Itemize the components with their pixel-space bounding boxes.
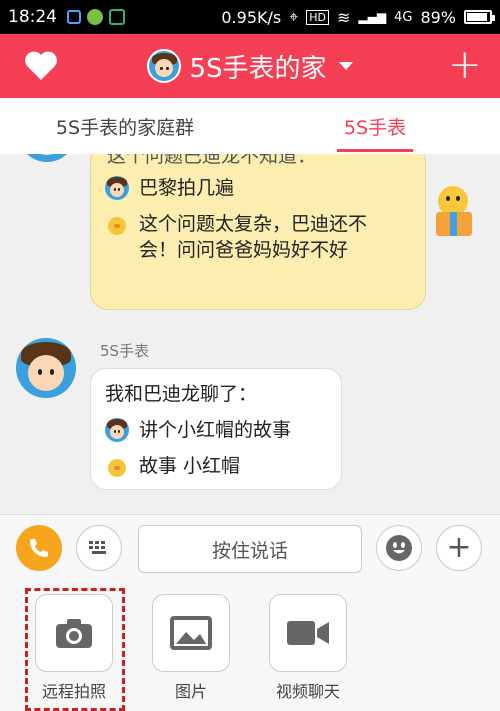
chick-icon <box>105 454 129 478</box>
wifi-icon: ≋ <box>336 7 351 27</box>
message-line: 这个问题太复杂，巴迪还不会！问问爸爸妈妈好不好 <box>105 211 385 263</box>
signal-icon: ▂▄▆ <box>358 10 387 24</box>
camera-icon <box>56 619 92 648</box>
sender-avatar[interactable] <box>16 338 76 398</box>
location-icon: ⌖ <box>289 7 299 26</box>
app-header: 5S手表的家 + <box>0 34 500 98</box>
dragon-gift-icon[interactable] <box>432 184 474 238</box>
add-icon[interactable]: + <box>448 45 482 85</box>
chat-bubble-watch: 我和巴迪龙聊了： 讲个小红帽的故事 故事 小红帽 <box>90 368 342 490</box>
scan-icon <box>109 9 125 25</box>
image-button[interactable]: 图片 <box>151 594 231 702</box>
chevron-down-icon <box>338 62 353 70</box>
more-button[interactable]: + <box>436 525 482 571</box>
battery-percent: 89% <box>420 7 456 27</box>
tab-family-group[interactable]: 5S手表的家庭群 <box>0 98 250 154</box>
message-line: 讲个小红帽的故事 <box>105 417 327 443</box>
family-selector[interactable]: 5S手表的家 <box>147 48 353 85</box>
battery-icon <box>464 10 495 24</box>
keyboard-icon <box>89 541 106 554</box>
app-icon <box>87 9 103 25</box>
keyboard-button[interactable] <box>76 525 122 571</box>
phone-icon <box>30 539 48 557</box>
message-partial-text: 这个问题巴迪龙不知道： <box>107 154 317 167</box>
chat-area[interactable]: 这个问题巴迪龙不知道： 巴黎拍几遍 这个问题太复杂，巴迪还不会！问问爸爸妈妈好不… <box>0 154 500 514</box>
input-bar: 按住说话 + <box>0 514 500 580</box>
watch-avatar <box>147 49 182 83</box>
sender-name: 5S手表 <box>100 342 150 360</box>
heart-icon[interactable] <box>24 50 58 82</box>
chat-bubble-dragon: 这个问题巴迪龙不知道： 巴黎拍几遍 这个问题太复杂，巴迪还不会！问问爸爸妈妈好不… <box>90 154 426 310</box>
smile-icon <box>386 535 412 561</box>
video-icon <box>287 621 329 645</box>
emoji-button[interactable] <box>376 525 422 571</box>
image-icon <box>170 616 212 650</box>
lock-icon <box>67 10 81 24</box>
watch-avatar-partial <box>18 154 76 162</box>
status-bar: 18:24 0.95K/s ⌖ HD ≋ ▂▄▆ 4G 89% <box>0 0 500 34</box>
call-button[interactable] <box>16 525 62 571</box>
boy-avatar-icon <box>105 418 129 442</box>
tool-panel: 远程拍照 图片 视频聊天 <box>0 580 500 711</box>
tool-label: 远程拍照 <box>41 682 106 701</box>
tab-watch[interactable]: 5S手表 <box>250 98 500 154</box>
remote-photo-button[interactable]: 远程拍照 <box>34 594 114 702</box>
status-time: 18:24 <box>8 7 57 27</box>
chick-icon <box>105 212 129 236</box>
hd-icon: HD <box>306 9 329 25</box>
tool-label: 视频聊天 <box>275 682 340 701</box>
page-title: 5S手表的家 <box>189 53 327 84</box>
message-line: 故事 小红帽 <box>105 453 327 479</box>
network-speed: 0.95K/s <box>221 7 282 27</box>
message-line: 巴黎拍几遍 <box>105 175 234 201</box>
network-type: 4G <box>394 9 413 25</box>
plus-icon: + <box>446 530 472 565</box>
video-chat-button[interactable]: 视频聊天 <box>268 594 348 702</box>
boy-avatar-icon <box>105 176 129 200</box>
tool-label: 图片 <box>174 682 207 701</box>
tab-bar: 5S手表的家庭群 5S手表 <box>0 98 500 154</box>
hold-to-talk-button[interactable]: 按住说话 <box>138 525 362 573</box>
message-intro: 我和巴迪龙聊了： <box>105 383 258 405</box>
